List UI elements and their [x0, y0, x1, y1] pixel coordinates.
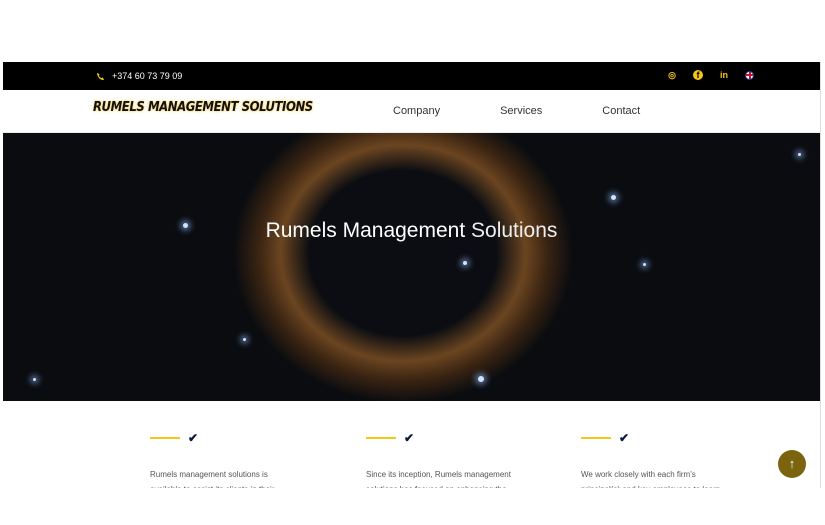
star [611, 195, 616, 200]
feature-text: Since its inception, Rumels management s… [366, 470, 511, 488]
nav-contact[interactable]: Contact [602, 105, 640, 117]
feature-item: ✔ We work closely with each firm's princ… [581, 429, 731, 488]
nav-company[interactable]: Company [393, 105, 440, 117]
check-icon: ✔ [404, 430, 415, 445]
check-icon: ✔ [619, 430, 630, 445]
accent-line [150, 436, 180, 439]
linkedin-icon[interactable]: in [719, 70, 729, 80]
star [478, 376, 484, 382]
main-nav: Company Services Contact [393, 105, 700, 117]
check-icon: ✔ [188, 430, 199, 445]
facebook-icon[interactable]: f [693, 70, 703, 80]
accent-line [366, 436, 396, 439]
scroll-to-top-button[interactable]: ↑ [778, 450, 806, 478]
feature-item: ✔ Since its inception, Rumels management… [366, 429, 516, 488]
social-links: ◎ f in [667, 70, 754, 80]
hero-title-light: Solutions [471, 219, 558, 242]
feature-item: ✔ Rumels management solutions is availab… [150, 429, 300, 488]
star [463, 261, 467, 265]
feature-text: Rumels management solutions is available… [150, 470, 275, 488]
star [243, 338, 246, 341]
page: +374 60 73 79 09 ◎ f in RUMELS MANAGEMEN… [3, 62, 821, 488]
header: RUMELS MANAGEMENT SOLUTIONS Company Serv… [3, 90, 820, 133]
star [798, 153, 801, 156]
star [643, 263, 646, 266]
phone-number: +374 60 73 79 09 [112, 71, 183, 81]
accent-line [581, 436, 611, 439]
instagram-icon[interactable]: ◎ [667, 70, 677, 80]
hero-title: Rumels Management Solutions [3, 219, 820, 243]
star [33, 378, 36, 381]
logo[interactable]: RUMELS MANAGEMENT SOLUTIONS [93, 100, 313, 115]
features-section: ✔ Rumels management solutions is availab… [3, 401, 820, 488]
feature-text: We work closely with each firm's princip… [581, 470, 720, 488]
phone-icon [96, 72, 105, 80]
hero-title-main: Rumels Management [265, 219, 466, 242]
phone-link[interactable]: +374 60 73 79 09 [96, 71, 182, 81]
top-bar: +374 60 73 79 09 ◎ f in [3, 62, 820, 90]
nav-services[interactable]: Services [500, 105, 542, 117]
hero-banner: Rumels Management Solutions [3, 133, 820, 401]
uk-flag-icon[interactable] [745, 70, 754, 80]
